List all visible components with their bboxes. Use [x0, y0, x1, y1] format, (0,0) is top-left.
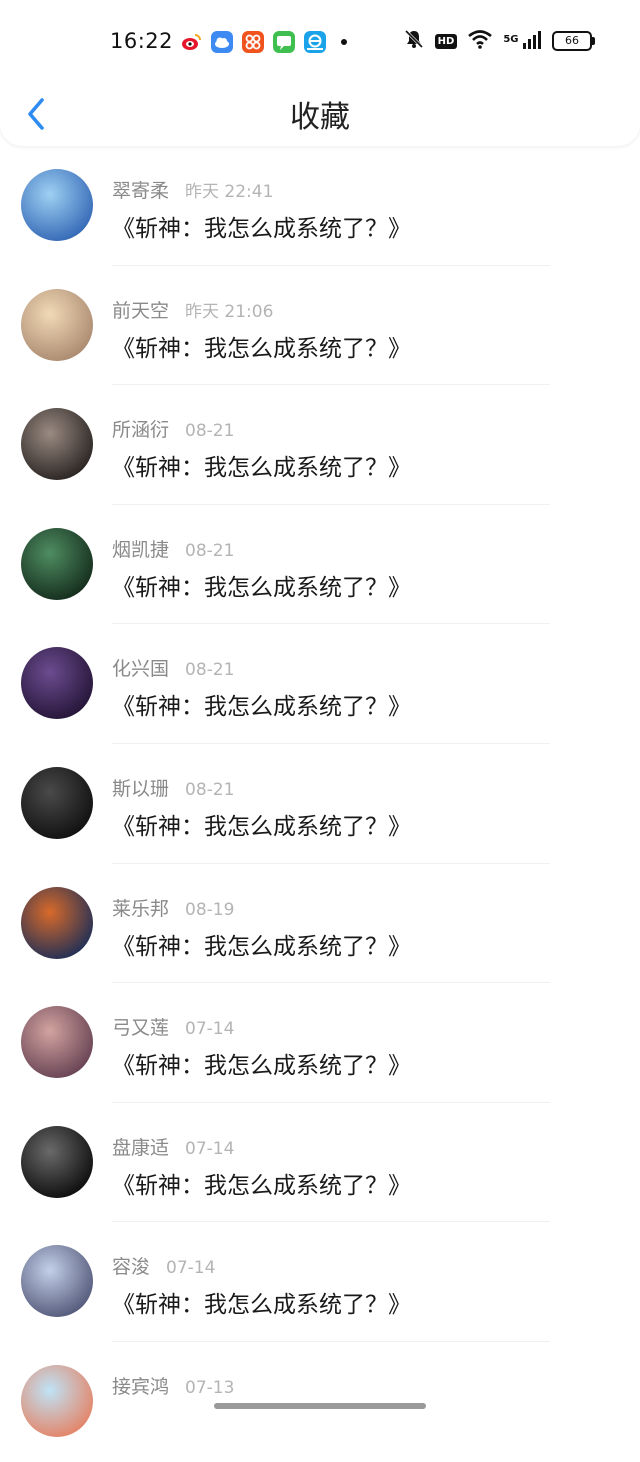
list-item[interactable]: 化兴国 08-21 《斩神：我怎么成系统了？》	[0, 624, 640, 744]
user-name-text: 斯以珊	[112, 777, 170, 800]
avatar[interactable]	[21, 288, 93, 361]
list-item[interactable]: 接宾鸿 07-13	[0, 1342, 640, 1462]
list-item[interactable]: 烟凯捷 08-21 《斩神：我怎么成系统了？》	[0, 505, 640, 625]
list-item[interactable]: 盘康适 07-14 《斩神：我怎么成系统了？》	[0, 1103, 640, 1223]
user-name: 烟凯捷 08-21	[112, 535, 234, 562]
status-bar: 16:22 HD 5G 66	[0, 0, 640, 84]
avatar[interactable]	[21, 766, 93, 839]
avatar[interactable]	[21, 169, 93, 241]
favorite-content[interactable]: 《斩神：我怎么成系统了？》	[112, 807, 411, 841]
list-item[interactable]: 斯以珊 08-21 《斩神：我怎么成系统了？》	[0, 744, 640, 864]
browser-icon	[304, 31, 326, 53]
timestamp: 08-21	[185, 540, 235, 561]
avatar[interactable]	[21, 1245, 93, 1318]
user-name-text: 化兴国	[112, 658, 170, 681]
favorite-content[interactable]: 《斩神：我怎么成系统了？》	[112, 329, 411, 363]
avatar[interactable]	[21, 1125, 93, 1198]
favorite-content[interactable]: 《斩神：我怎么成系统了？》	[112, 1046, 411, 1080]
weibo-icon	[180, 31, 202, 53]
status-time: 16:22	[110, 29, 174, 53]
messages-icon	[273, 31, 295, 53]
home-indicator[interactable]	[214, 1403, 426, 1409]
favorite-content[interactable]: 《斩神：我怎么成系统了？》	[112, 927, 411, 961]
user-name-text: 烟凯捷	[112, 538, 170, 561]
list-item[interactable]: 莱乐邦 08-19 《斩神：我怎么成系统了？》	[0, 864, 640, 984]
user-name-text: 前天空	[112, 299, 170, 322]
user-name: 接宾鸿 07-13	[112, 1372, 234, 1399]
favorite-content[interactable]: 《斩神：我怎么成系统了？》	[112, 1166, 411, 1200]
user-name-text: 所涵衍	[112, 419, 170, 442]
system-icons: HD 5G 66	[403, 28, 595, 54]
page-header: 收藏	[0, 84, 640, 144]
user-name-text: 弓又莲	[112, 1017, 170, 1040]
bell-muted-icon	[403, 28, 425, 54]
user-name: 翠寄柔 昨天 22:41	[112, 176, 273, 203]
user-name-text: 接宾鸿	[112, 1375, 170, 1398]
favorite-content[interactable]: 《斩神：我怎么成系统了？》	[112, 687, 411, 721]
list-item[interactable]: 所涵衍 08-21 《斩神：我怎么成系统了？》	[0, 385, 640, 505]
favorite-content[interactable]: 《斩神：我怎么成系统了？》	[112, 209, 411, 243]
user-name: 斯以珊 08-21	[112, 774, 234, 801]
timestamp: 昨天 22:41	[185, 182, 274, 202]
network-type: 5G	[503, 33, 519, 45]
user-name: 弓又莲 07-14	[112, 1013, 234, 1040]
avatar[interactable]	[21, 527, 93, 600]
user-name: 前天空 昨天 21:06	[112, 296, 273, 323]
timestamp: 08-19	[185, 899, 235, 920]
timestamp: 昨天 21:06	[185, 301, 274, 322]
wifi-icon	[467, 29, 493, 53]
user-name: 盘康适 07-14	[112, 1133, 234, 1160]
timestamp: 07-14	[185, 1138, 235, 1159]
avatar[interactable]	[21, 647, 93, 720]
favorite-content[interactable]: 《斩神：我怎么成系统了？》	[112, 448, 411, 482]
list-item[interactable]: 前天空 昨天 21:06 《斩神：我怎么成系统了？》	[0, 266, 640, 386]
favorite-content[interactable]: 《斩神：我怎么成系统了？》	[112, 1285, 411, 1319]
timestamp: 08-21	[185, 421, 235, 442]
avatar[interactable]	[21, 1364, 93, 1437]
avatar[interactable]	[21, 1006, 93, 1079]
page-title: 收藏	[290, 100, 350, 135]
timestamp: 07-14	[185, 1019, 235, 1040]
user-name: 容浚 07-14	[112, 1252, 215, 1279]
app-grid-icon	[242, 31, 264, 53]
signal-icon: 5G	[503, 30, 542, 52]
list-item[interactable]: 弓又莲 07-14 《斩神：我怎么成系统了？》	[0, 983, 640, 1103]
user-name-text: 翠寄柔	[112, 180, 170, 202]
list-item[interactable]: 翠寄柔 昨天 22:41 《斩神：我怎么成系统了？》	[0, 146, 640, 266]
hd-icon: HD	[434, 33, 458, 49]
favorite-content[interactable]: 《斩神：我怎么成系统了？》	[112, 568, 411, 602]
timestamp: 07-14	[166, 1258, 216, 1279]
avatar[interactable]	[21, 408, 93, 481]
avatar[interactable]	[21, 886, 93, 959]
timestamp: 07-13	[185, 1377, 235, 1398]
top-bar: 16:22 HD 5G 66 收藏	[0, 0, 640, 146]
favorites-list: 翠寄柔 昨天 22:41 《斩神：我怎么成系统了？》 前天空 昨天 21:06 《斩神：我…	[0, 146, 640, 1462]
more-notifications-dot	[341, 39, 347, 45]
timestamp: 08-21	[185, 779, 235, 800]
user-name: 所涵衍 08-21	[112, 415, 234, 442]
timestamp: 08-21	[185, 660, 235, 681]
user-name-text: 容浚	[112, 1256, 151, 1279]
user-name: 莱乐邦 08-19	[112, 894, 234, 921]
user-name-text: 莱乐邦	[112, 897, 170, 920]
user-name-text: 盘康适	[112, 1136, 170, 1159]
user-name: 化兴国 08-21	[112, 654, 234, 681]
notification-icons	[180, 31, 347, 53]
weather-icon	[211, 31, 233, 53]
battery-icon: 66	[552, 31, 595, 51]
list-item[interactable]: 容浚 07-14 《斩神：我怎么成系统了？》	[0, 1222, 640, 1342]
